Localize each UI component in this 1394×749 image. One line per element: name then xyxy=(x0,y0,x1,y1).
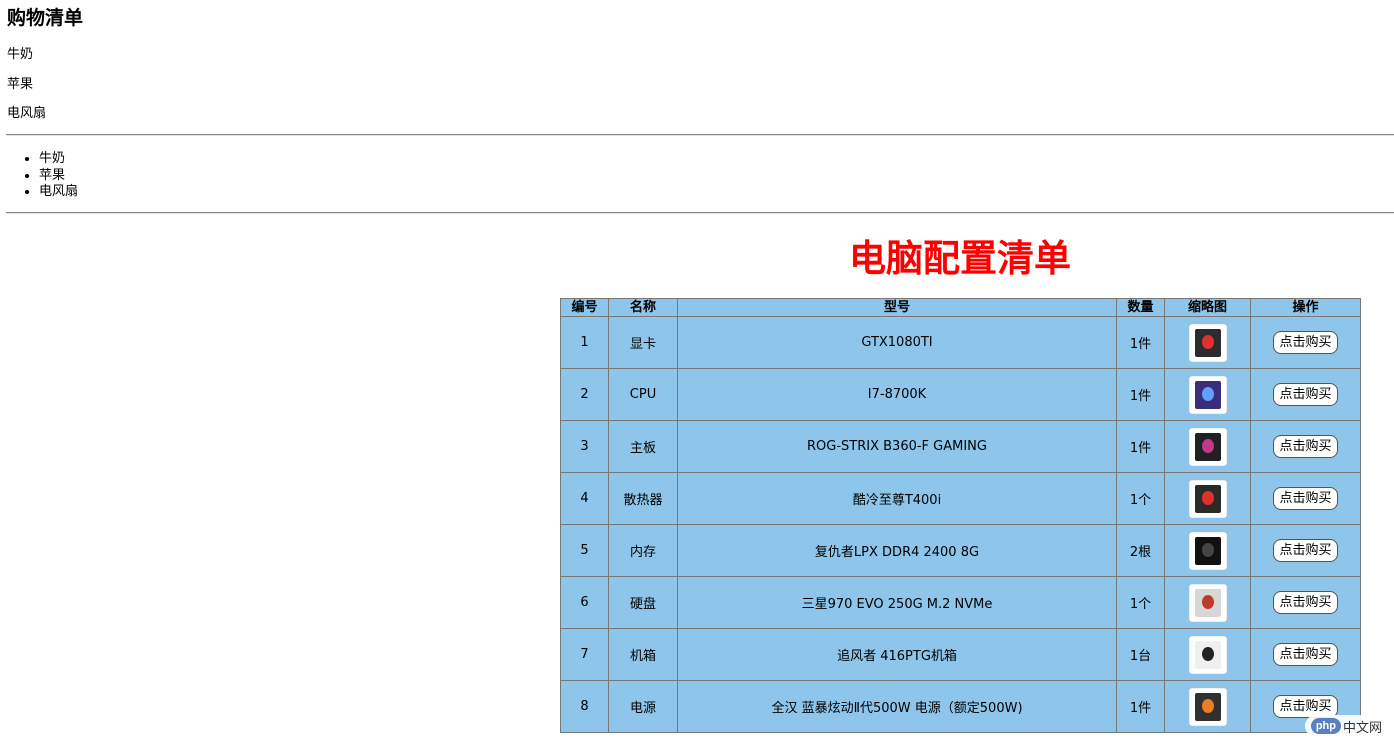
pc-config-table: 编号 名称 型号 数量 缩略图 操作 1 显卡 GTX1080TI 1件 点击购买 2 CP… xyxy=(560,298,1361,733)
cell-no: 2 xyxy=(560,368,609,421)
cell-thumb xyxy=(1164,524,1251,577)
cell-action: 点击购买 xyxy=(1250,316,1361,369)
cell-no: 6 xyxy=(560,576,609,629)
table-row: 5 内存 复仇者LPX DDR4 2400 8G 2根 点击购买 xyxy=(560,524,1361,577)
cell-action: 点击购买 xyxy=(1250,576,1361,629)
cell-thumb xyxy=(1164,680,1251,733)
buy-button[interactable]: 点击购买 xyxy=(1273,435,1338,458)
cell-action: 点击购买 xyxy=(1250,420,1361,473)
cpu-cooler-image xyxy=(1188,479,1227,518)
cell-name: CPU xyxy=(608,368,678,421)
cell-action: 点击购买 xyxy=(1250,524,1361,577)
cell-qty: 1个 xyxy=(1116,472,1165,525)
header-model: 型号 xyxy=(677,298,1117,317)
list-item: 苹果 xyxy=(39,168,78,185)
cell-model: I7-8700K xyxy=(677,368,1117,421)
cell-action: 点击购买 xyxy=(1250,472,1361,525)
header-no: 编号 xyxy=(560,298,609,317)
cell-thumb xyxy=(1164,368,1251,421)
table-header-row: 编号 名称 型号 数量 缩略图 操作 xyxy=(560,298,1361,317)
header-thumb: 缩略图 xyxy=(1164,298,1251,317)
list-item: 电风扇 xyxy=(39,184,78,201)
header-name: 名称 xyxy=(608,298,678,317)
cell-model: GTX1080TI xyxy=(677,316,1117,369)
pc-config-title: 电脑配置清单 xyxy=(849,237,1071,280)
cell-thumb xyxy=(1164,316,1251,369)
cell-no: 1 xyxy=(560,316,609,369)
cpu-box-image xyxy=(1188,375,1227,414)
cell-no: 5 xyxy=(560,524,609,577)
buy-button[interactable]: 点击购买 xyxy=(1273,487,1338,510)
cell-no: 3 xyxy=(560,420,609,473)
php-logo: php xyxy=(1310,718,1341,734)
cell-name: 内存 xyxy=(608,524,678,577)
pc-case-image xyxy=(1188,635,1227,674)
cell-no: 7 xyxy=(560,628,609,681)
cell-model: 全汉 蓝暴炫动Ⅱ代500W 电源（额定500W) xyxy=(677,680,1117,733)
cell-name: 电源 xyxy=(608,680,678,733)
cell-model: ROG-STRIX B360-F GAMING xyxy=(677,420,1117,473)
cell-qty: 1件 xyxy=(1116,368,1165,421)
cell-thumb xyxy=(1164,628,1251,681)
cell-qty: 1件 xyxy=(1116,316,1165,369)
table-row: 8 电源 全汉 蓝暴炫动Ⅱ代500W 电源（额定500W) 1件 点击购买 xyxy=(560,680,1361,733)
cell-qty: 1台 xyxy=(1116,628,1165,681)
header-action: 操作 xyxy=(1250,298,1361,317)
table-row: 6 硬盘 三星970 EVO 250G M.2 NVMe 1个 点击购买 xyxy=(560,576,1361,629)
header-qty: 数量 xyxy=(1116,298,1165,317)
paragraph-apple: 苹果 xyxy=(7,77,34,92)
cell-model: 复仇者LPX DDR4 2400 8G xyxy=(677,524,1117,577)
table-row: 4 散热器 酷冷至尊T400i 1个 点击购买 xyxy=(560,472,1361,525)
graphics-card-image xyxy=(1188,323,1227,362)
paragraph-milk: 牛奶 xyxy=(7,47,34,62)
buy-button[interactable]: 点击购买 xyxy=(1273,643,1338,666)
cell-qty: 2根 xyxy=(1116,524,1165,577)
cell-name: 散热器 xyxy=(608,472,678,525)
buy-button[interactable]: 点击购买 xyxy=(1273,539,1338,562)
table-row: 2 CPU I7-8700K 1件 点击购买 xyxy=(560,368,1361,421)
table-row: 1 显卡 GTX1080TI 1件 点击购买 xyxy=(560,316,1361,369)
cell-action: 点击购买 xyxy=(1250,628,1361,681)
table-row: 3 主板 ROG-STRIX B360-F GAMING 1件 点击购买 xyxy=(560,420,1361,473)
cell-no: 8 xyxy=(560,680,609,733)
cell-model: 追风者 416PTG机箱 xyxy=(677,628,1117,681)
list-item: 牛奶 xyxy=(39,151,78,168)
cell-thumb xyxy=(1164,472,1251,525)
buy-button[interactable]: 点击购买 xyxy=(1273,383,1338,406)
cell-name: 显卡 xyxy=(608,316,678,369)
cell-action: 点击购买 xyxy=(1250,368,1361,421)
shopping-list-title: 购物清单 xyxy=(7,7,84,29)
divider xyxy=(6,134,1394,136)
cell-no: 4 xyxy=(560,472,609,525)
paragraph-fan: 电风扇 xyxy=(7,106,47,121)
cell-model: 酷冷至尊T400i xyxy=(677,472,1117,525)
cell-qty: 1个 xyxy=(1116,576,1165,629)
cell-name: 机箱 xyxy=(608,628,678,681)
cell-name: 硬盘 xyxy=(608,576,678,629)
divider xyxy=(6,212,1394,214)
buy-button[interactable]: 点击购买 xyxy=(1273,331,1338,354)
motherboard-image xyxy=(1188,427,1227,466)
power-supply-image xyxy=(1188,687,1227,726)
table-row: 7 机箱 追风者 416PTG机箱 1台 点击购买 xyxy=(560,628,1361,681)
buy-button[interactable]: 点击购买 xyxy=(1273,591,1338,614)
site-watermark: php 中文网 xyxy=(1304,715,1388,737)
cell-thumb xyxy=(1164,576,1251,629)
watermark-text: 中文网 xyxy=(1342,719,1382,735)
cell-model: 三星970 EVO 250G M.2 NVMe xyxy=(677,576,1117,629)
ram-stick-image xyxy=(1188,531,1227,570)
cell-name: 主板 xyxy=(608,420,678,473)
cell-thumb xyxy=(1164,420,1251,473)
cell-qty: 1件 xyxy=(1116,680,1165,733)
ssd-image xyxy=(1188,583,1227,622)
cell-qty: 1件 xyxy=(1116,420,1165,473)
shopping-bullet-list: 牛奶 苹果 电风扇 xyxy=(7,151,78,201)
